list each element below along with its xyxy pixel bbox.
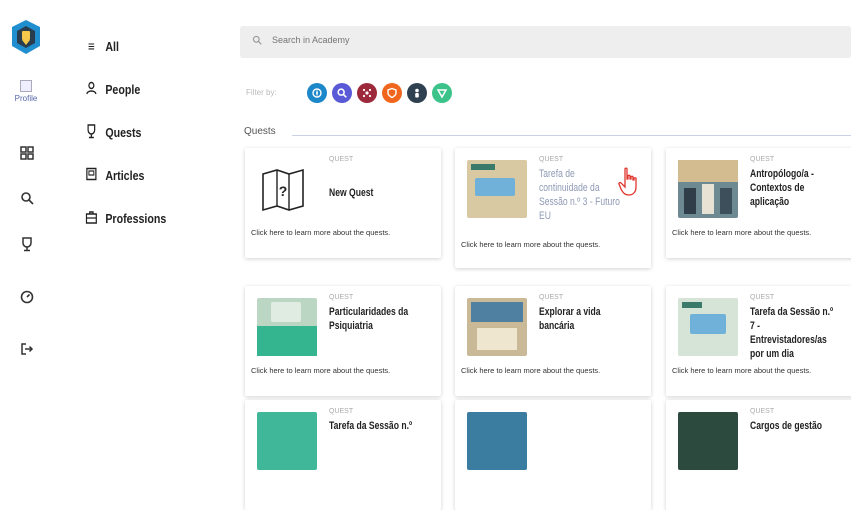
logout-icon[interactable] <box>19 342 35 358</box>
filter-triangle-icon[interactable] <box>432 83 452 103</box>
card-thumbnail <box>678 160 738 218</box>
hand-pointer-icon <box>618 167 637 196</box>
filter-compass-icon[interactable] <box>307 83 327 103</box>
avatar <box>20 80 32 92</box>
quest-card[interactable]: QUEST Particularidades da Psiquiatria Cl… <box>245 286 441 396</box>
card-title: Tarefa da Sessão n.º <box>329 420 413 432</box>
menu-item-all[interactable]: ≡ All <box>84 35 119 57</box>
quest-card[interactable]: QUEST Tarefa de continuidade da Sessão n… <box>455 148 651 268</box>
filter-network-icon[interactable] <box>357 83 377 103</box>
card-title: Cargos de gestão <box>750 420 823 432</box>
quest-card[interactable] <box>455 400 651 510</box>
trophy-icon[interactable] <box>19 236 35 252</box>
search-icon[interactable] <box>19 191 35 207</box>
people-icon <box>84 81 99 98</box>
icon-rail: Profile <box>0 0 52 434</box>
card-tag: QUEST <box>750 156 775 163</box>
card-tag: QUEST <box>329 294 354 301</box>
search-input[interactable] <box>270 34 574 46</box>
map-icon: ? <box>257 160 317 218</box>
card-thumbnail <box>678 298 738 356</box>
card-description: Click here to learn more about the quest… <box>672 366 812 375</box>
card-description: Click here to learn more about the quest… <box>251 228 391 237</box>
svg-text:?: ? <box>279 183 288 199</box>
quest-card[interactable]: ? QUEST New Quest Click here to learn mo… <box>245 148 441 258</box>
app-logo-icon[interactable] <box>12 20 40 54</box>
gauge-icon[interactable] <box>19 290 35 306</box>
menu-item-label: People <box>105 81 141 97</box>
card-title: Antropólogo/a - Contextos de aplicação <box>750 168 814 208</box>
menu-item-label: Articles <box>105 167 145 183</box>
card-title: Tarefa de continuidade da Sessão n.º 3 -… <box>539 168 620 222</box>
card-thumbnail <box>467 160 527 218</box>
card-description: Click here to learn more about the quest… <box>251 366 391 375</box>
menu-item-articles[interactable]: Articles <box>84 164 144 186</box>
card-title: Particularidades da Psiquiatria <box>329 306 409 332</box>
search-bar[interactable] <box>240 26 851 58</box>
menu-item-label: Quests <box>105 124 142 140</box>
card-thumbnail <box>257 412 317 470</box>
quest-card[interactable]: QUEST Antropólogo/a - Contextos de aplic… <box>666 148 851 258</box>
card-description: Click here to learn more about the quest… <box>672 228 812 237</box>
trophy-icon <box>84 123 99 142</box>
menu-item-label: Professions <box>105 210 167 226</box>
card-title: New Quest <box>329 187 374 199</box>
section-divider <box>292 135 851 136</box>
card-tag: QUEST <box>329 408 354 415</box>
card-tag: QUEST <box>750 294 775 301</box>
card-thumbnail <box>678 412 738 470</box>
card-thumbnail <box>257 298 317 356</box>
quest-card[interactable]: QUEST Tarefa da Sessão n.º <box>245 400 441 510</box>
filter-shield-icon[interactable] <box>382 83 402 103</box>
card-tag: QUEST <box>539 156 564 163</box>
card-tag: QUEST <box>539 294 564 301</box>
card-title: Explorar a vida bancária <box>539 306 601 332</box>
list-icon: ≡ <box>88 38 95 54</box>
menu-item-professions[interactable]: Professions <box>84 207 166 229</box>
card-thumbnail <box>467 298 527 356</box>
profile-link[interactable]: Profile <box>8 80 44 103</box>
quest-card[interactable]: QUEST Cargos de gestão <box>666 400 851 510</box>
article-icon <box>84 167 99 184</box>
profile-label: Profile <box>14 94 38 103</box>
menu-item-quests[interactable]: Quests <box>84 121 141 143</box>
filter-person-icon[interactable] <box>407 83 427 103</box>
briefcase-icon <box>84 210 99 227</box>
quest-card[interactable]: QUEST Tarefa da Sessão n.º 7 - Entrevist… <box>666 286 851 396</box>
section-title: Quests <box>244 126 276 137</box>
grid-icon[interactable] <box>19 146 35 162</box>
filter-search-icon[interactable] <box>332 83 352 103</box>
card-tag: QUEST <box>329 156 354 163</box>
card-title: Tarefa da Sessão n.º 7 - Entrevistadores… <box>750 306 834 360</box>
card-description: Click here to learn more about the quest… <box>461 366 601 375</box>
menu-item-label: All <box>105 38 119 54</box>
card-tag: QUEST <box>750 408 775 415</box>
filter-label: Filter by: <box>246 88 277 97</box>
card-description: Click here to learn more about the quest… <box>461 240 601 249</box>
search-icon <box>252 35 262 48</box>
quest-card[interactable]: QUEST Explorar a vida bancária Click her… <box>455 286 651 396</box>
card-thumbnail <box>467 412 527 470</box>
menu-item-people[interactable]: People <box>84 78 140 100</box>
